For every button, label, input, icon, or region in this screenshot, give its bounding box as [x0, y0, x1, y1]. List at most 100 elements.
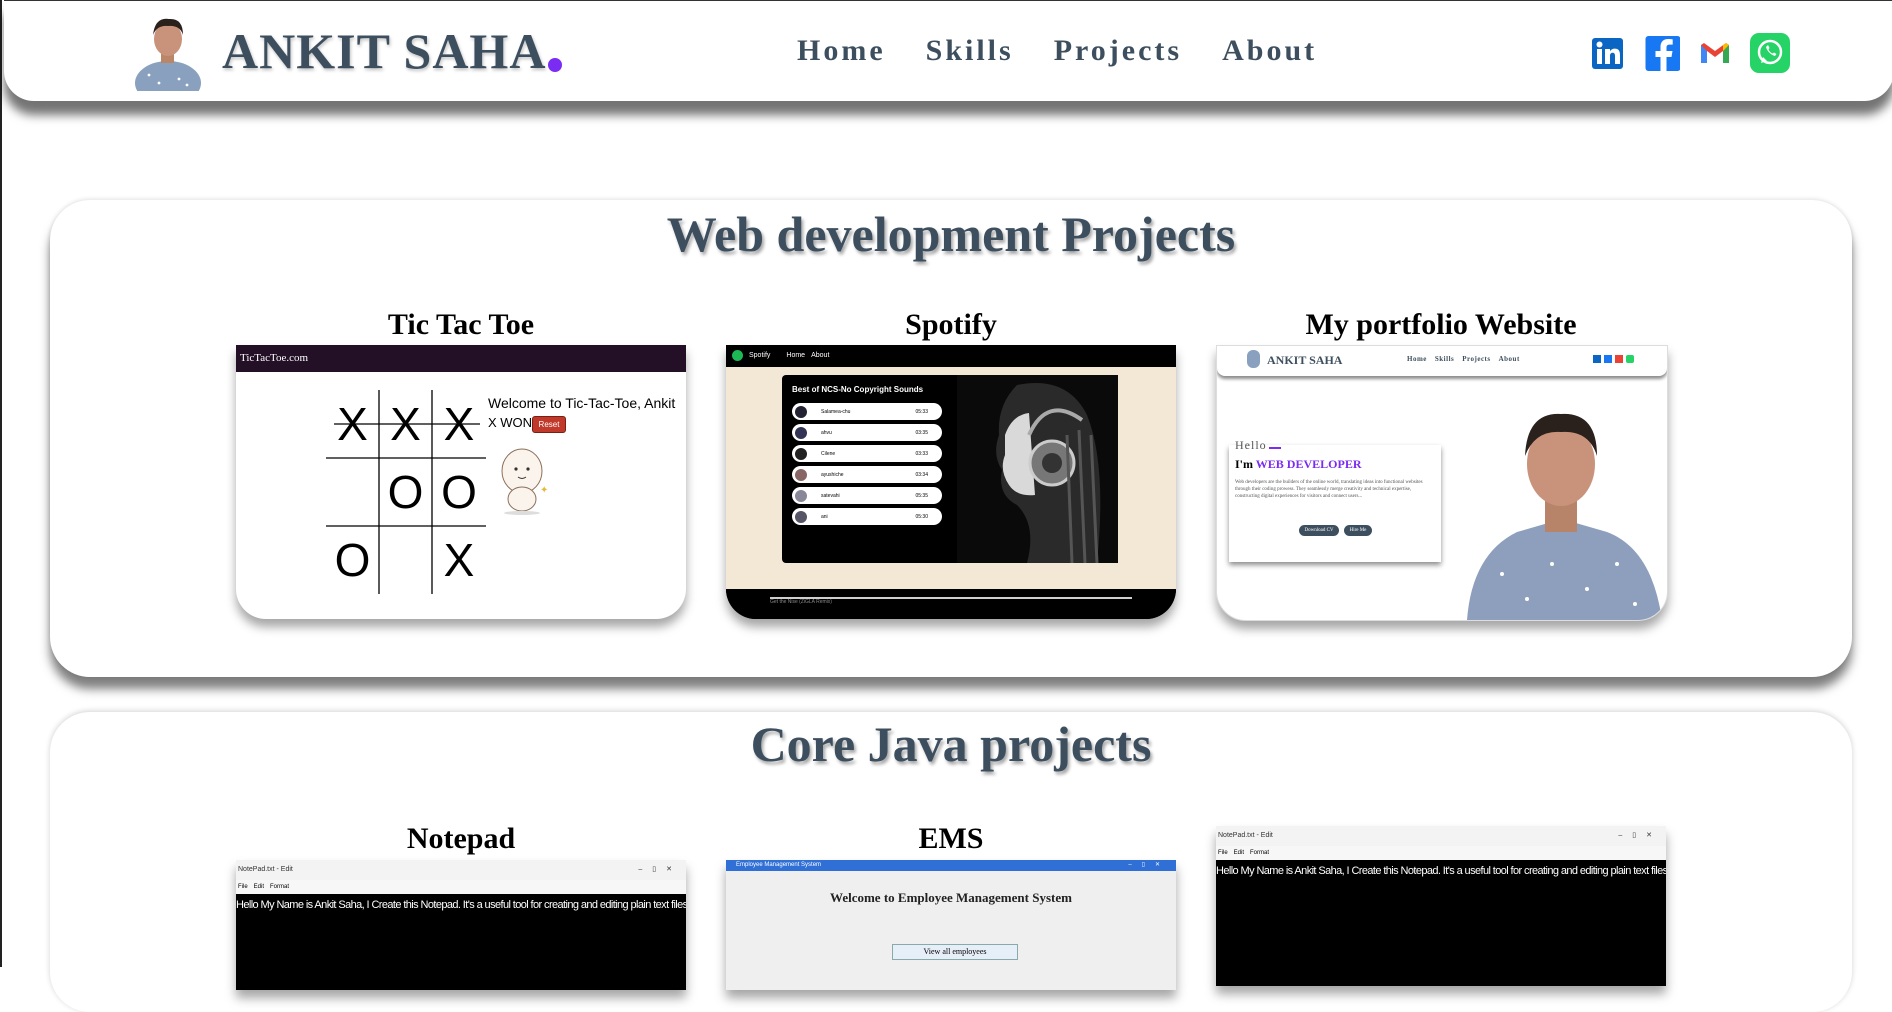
board-cell[interactable]: X	[432, 390, 486, 458]
card-title: Spotify	[905, 308, 997, 341]
facebook-icon[interactable]	[1604, 355, 1612, 363]
notepad-text[interactable]: Hello My Name is Ankit Saha, I Create th…	[236, 894, 686, 911]
menu-edit[interactable]: Edit	[254, 880, 264, 894]
song-item[interactable]: ayushiche 03:34	[792, 466, 942, 483]
song-name: Salamea-chu	[821, 408, 851, 415]
window-titlebar: NotePad.txt - Edit –▯✕	[236, 860, 686, 880]
intro-desc: Web developers are the builders of the o…	[1235, 480, 1423, 499]
card-title: Tic Tac Toe	[387, 308, 535, 341]
tictactoe-project-card[interactable]: TicTacToe.com X X X O O O X Welcome to T…	[236, 345, 686, 619]
mini-nav-home[interactable]: Home	[1407, 355, 1427, 363]
mini-nav-projects[interactable]: Projects	[1462, 355, 1490, 363]
spotify-project-card[interactable]: Spotify Home About Best of NCS-No Copyri…	[726, 345, 1176, 619]
song-item[interactable]: satevahi 05:35	[792, 487, 942, 504]
ems-project-card[interactable]: Employee Management System –▯✕ Welcome t…	[726, 860, 1176, 990]
song-item[interactable]: ani 05:30	[792, 508, 942, 525]
mini-nav-about[interactable]: About	[1499, 355, 1520, 363]
view-employees-button[interactable]: View all employees	[892, 944, 1018, 960]
portfolio-project-card[interactable]: ANKIT SAHA Home Skills Projects About He…	[1216, 345, 1668, 621]
spotify-nav-home[interactable]: Home	[786, 352, 805, 359]
role-line: I'm WEB DEVELOPER	[1235, 457, 1362, 471]
menu-file[interactable]: File	[238, 880, 248, 894]
board-cell[interactable]: X	[326, 390, 379, 458]
song-name: Cilene	[821, 450, 836, 457]
spotify-nav-about[interactable]: About	[811, 352, 829, 359]
role-title: WEB DEVELOPER	[1255, 457, 1362, 471]
nav-about[interactable]: About	[1222, 31, 1317, 71]
board-cell[interactable]: O	[432, 458, 486, 526]
song-list: Salamea-chu 05:33 ahvu 03:35 Cilene 03:3…	[792, 403, 942, 529]
notepad-text[interactable]: Hello My Name is Ankit Saha, I Create th…	[1216, 860, 1666, 877]
window-titlebar: Employee Management System –▯✕	[726, 860, 1176, 871]
board-cell[interactable]: O	[326, 526, 379, 594]
menu-format[interactable]: Format	[1250, 846, 1269, 860]
board-cell[interactable]: X	[379, 390, 432, 458]
song-item[interactable]: Salamea-chu 05:33	[792, 403, 942, 420]
song-item[interactable]: Cilene 03:33	[792, 445, 942, 462]
song-name: ayushiche	[821, 471, 844, 478]
song-cover	[795, 510, 807, 523]
whatsapp-icon[interactable]	[1626, 355, 1634, 363]
song-cover	[795, 489, 807, 502]
card-title: My portfolio Website	[1305, 308, 1577, 341]
spotify-logo-icon	[732, 350, 743, 361]
linkedin-icon[interactable]	[1593, 355, 1601, 363]
java-project-card[interactable]: NotePad.txt - Edit –▯✕ File Edit Format …	[1216, 826, 1666, 986]
intro-box: Hello I'm WEB DEVELOPER Web developers a…	[1229, 438, 1441, 562]
nav-home[interactable]: Home	[797, 31, 886, 71]
gmail-icon[interactable]	[1615, 355, 1623, 363]
gmail-icon[interactable]	[1698, 35, 1732, 71]
song-name: ahvu	[821, 429, 832, 436]
java-section-title: Core Java projects	[750, 716, 1152, 772]
menu-format[interactable]: Format	[270, 880, 289, 894]
hire-me-button[interactable]: Hire Me	[1344, 525, 1372, 536]
profile-avatar[interactable]	[135, 13, 201, 91]
brand-dot-icon	[548, 58, 563, 72]
mini-nav: Home Skills Projects About	[1407, 355, 1520, 363]
board-cell[interactable]	[379, 526, 432, 594]
window-title: NotePad.txt - Edit	[1218, 832, 1273, 839]
song-time: 03:35	[915, 429, 928, 436]
board-cell[interactable]: O	[379, 458, 432, 526]
site-title-bar: TicTacToe.com	[236, 345, 686, 372]
whatsapp-icon[interactable]	[1750, 33, 1790, 73]
brand-logo[interactable]: ANKIT SAHA	[222, 21, 563, 81]
window-title: Employee Management System	[736, 862, 822, 868]
menu-edit[interactable]: Edit	[1234, 846, 1244, 860]
board-cell[interactable]: X	[432, 526, 486, 594]
reset-button[interactable]: Reset	[532, 416, 566, 433]
nav-projects[interactable]: Projects	[1054, 31, 1182, 71]
mini-nav-skills[interactable]: Skills	[1435, 355, 1454, 363]
song-cover	[795, 426, 807, 439]
song-time: 05:30	[915, 513, 928, 520]
window-controls[interactable]: –▯✕	[1128, 860, 1170, 871]
song-time: 03:33	[915, 450, 928, 457]
nav-skills[interactable]: Skills	[926, 31, 1014, 71]
song-name: ani	[821, 513, 828, 520]
brand-name: ANKIT SAHA	[222, 23, 547, 79]
playlist-title: Best of NCS-No Copyright Sounds	[792, 385, 924, 394]
web-projects-section: Web development Projects Tic Tac Toe Tic…	[50, 200, 1852, 677]
board-cells: X X X O O O X	[326, 390, 486, 594]
spotify-brand: Spotify	[749, 352, 771, 359]
song-name: satevahi	[821, 492, 840, 499]
song-item[interactable]: ahvu 03:35	[792, 424, 942, 441]
mascot-sticker: ✦	[501, 448, 548, 515]
game-status: X WON	[488, 415, 533, 430]
download-cv-button[interactable]: Download CV	[1299, 525, 1339, 536]
card-title: Notepad	[406, 822, 516, 855]
welcome-text: Welcome to Tic-Tac-Toe, Ankit	[488, 395, 676, 411]
menu-file[interactable]: File	[1218, 846, 1228, 860]
java-projects-section: Core Java projects Notepad NotePad.txt -…	[50, 712, 1852, 1012]
window-controls[interactable]: –▯✕	[638, 860, 682, 880]
portrait-image	[1467, 413, 1662, 620]
web-section-title: Web development Projects	[666, 206, 1236, 262]
player-bar: Get the Nise (ZiGLA Remix)	[726, 589, 1176, 619]
linkedin-icon[interactable]	[1591, 35, 1625, 71]
ems-welcome: Welcome to Employee Management System	[830, 890, 1072, 905]
window-controls[interactable]: –▯✕	[1618, 826, 1662, 846]
site-title: TicTacToe.com	[240, 352, 309, 364]
board-cell[interactable]	[326, 458, 379, 526]
notepad-project-card[interactable]: NotePad.txt - Edit –▯✕ File Edit Format …	[236, 860, 686, 990]
facebook-icon[interactable]	[1643, 35, 1680, 71]
